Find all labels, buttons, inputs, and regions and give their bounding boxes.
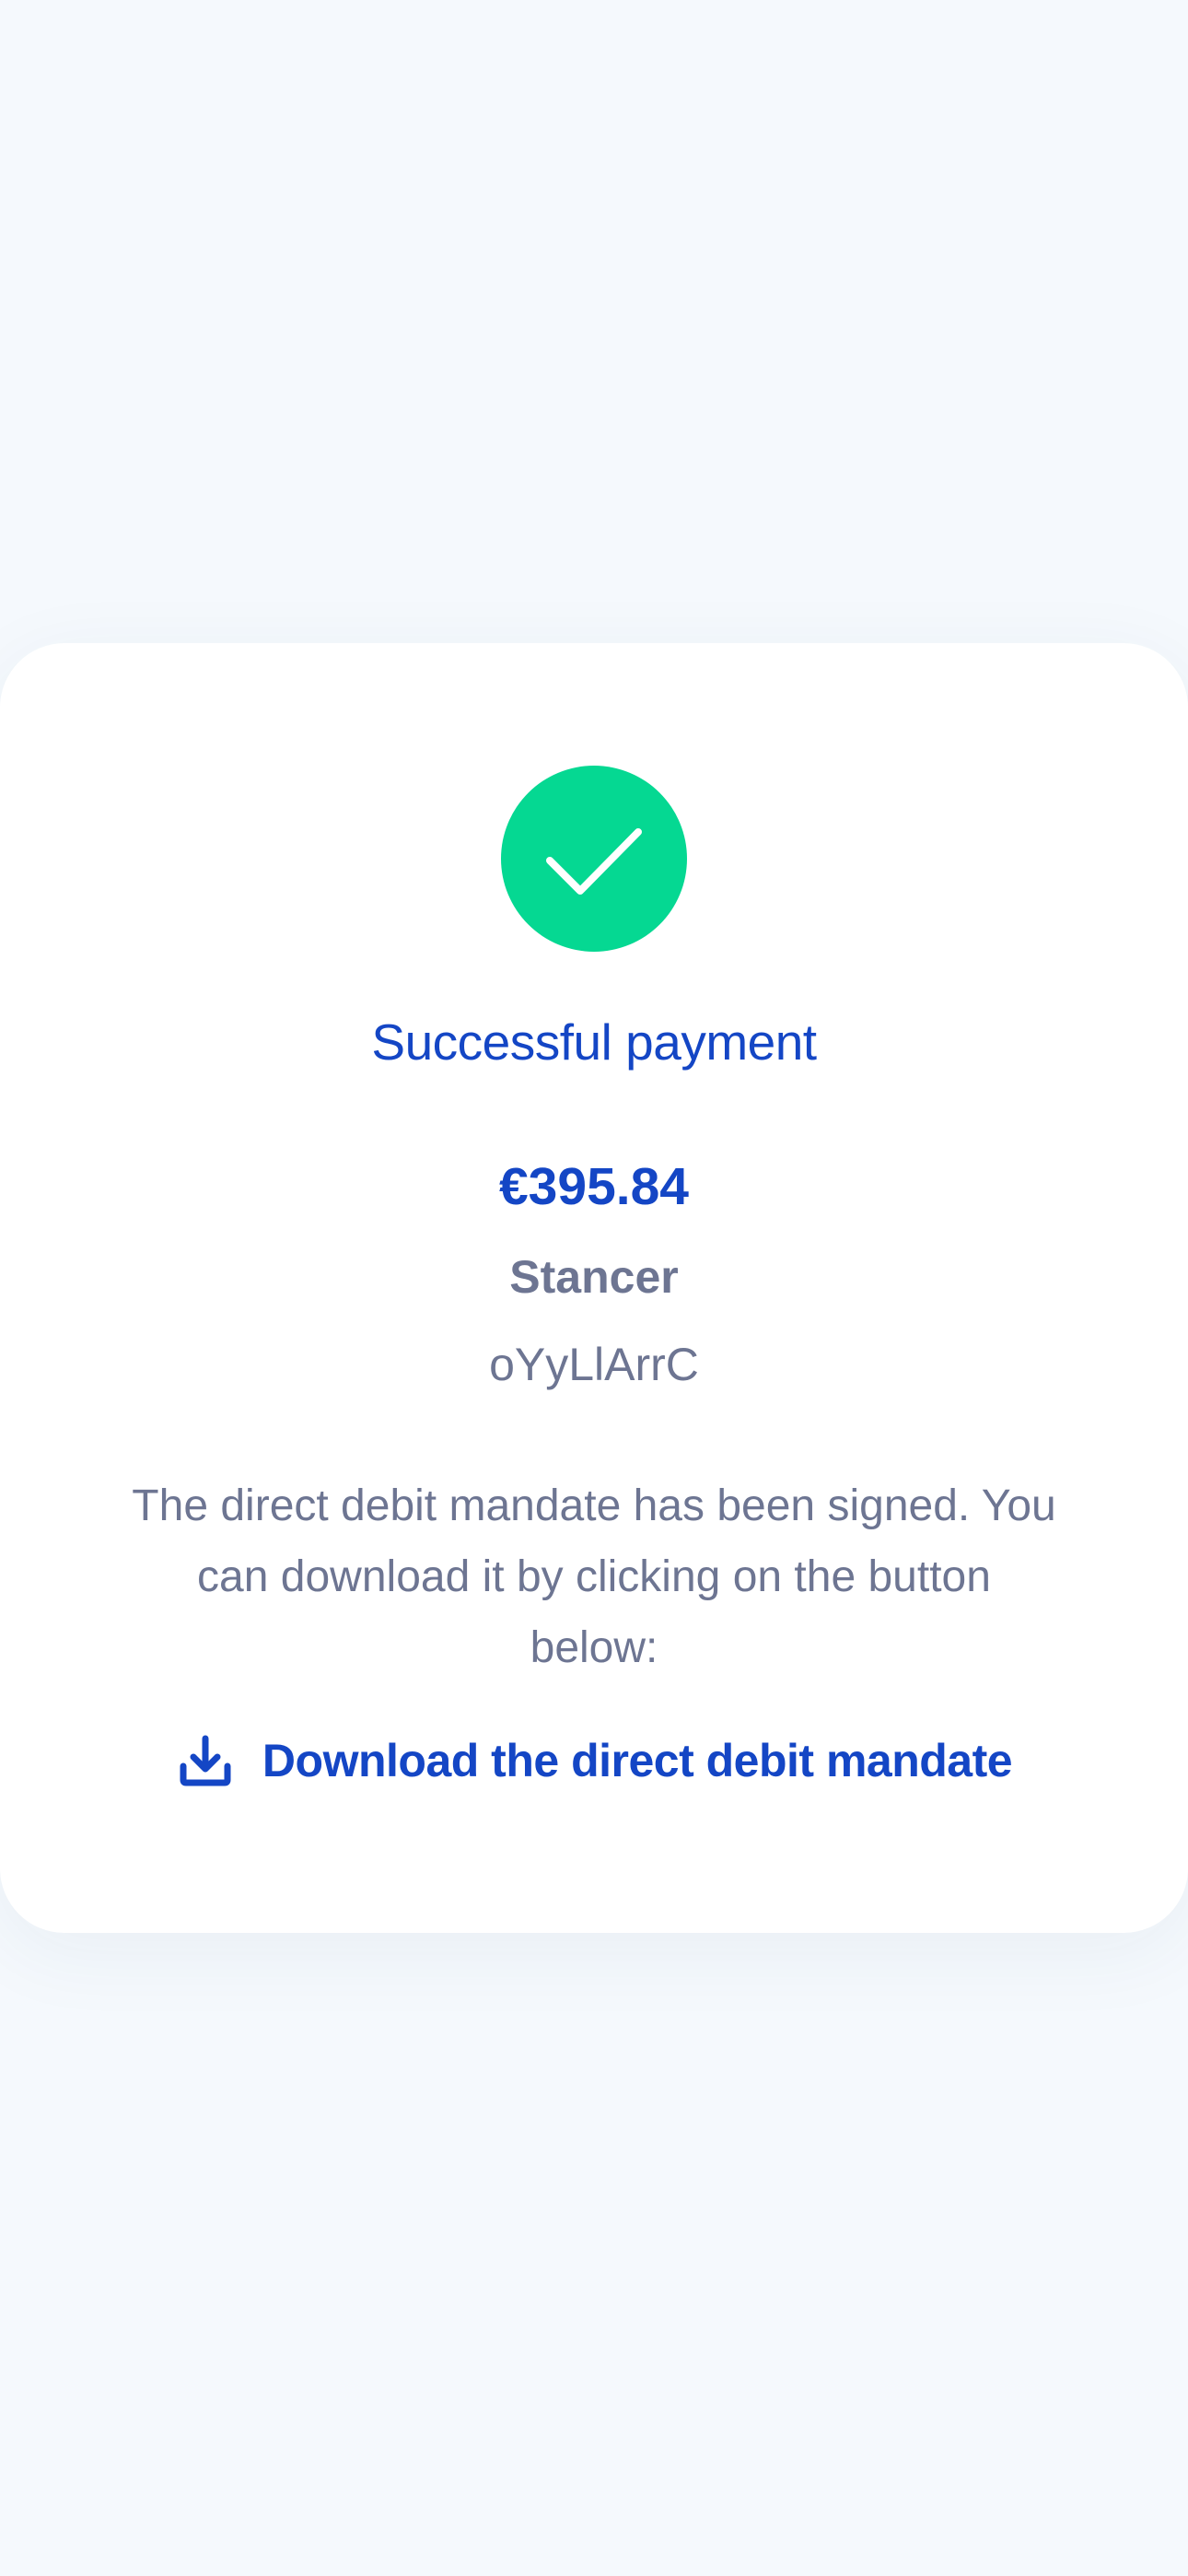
mandate-message: The direct debit mandate has been signed…	[132, 1481, 1056, 1672]
page-title: Successful payment	[371, 1013, 817, 1071]
success-badge	[501, 766, 687, 952]
download-mandate-link[interactable]: Download the direct debit mandate	[0, 1728, 1188, 1793]
download-mandate-label: Download the direct debit mandate	[262, 1735, 1013, 1786]
payment-reference: oYyLlArrC	[489, 1339, 699, 1390]
payment-amount: €395.84	[498, 1157, 690, 1216]
checkmark-icon	[501, 766, 687, 952]
merchant-name: Stancer	[509, 1251, 679, 1303]
download-icon	[180, 1735, 231, 1786]
payment-result-card: Successful payment €395.84 Stancer oYyLl…	[0, 643, 1188, 1933]
